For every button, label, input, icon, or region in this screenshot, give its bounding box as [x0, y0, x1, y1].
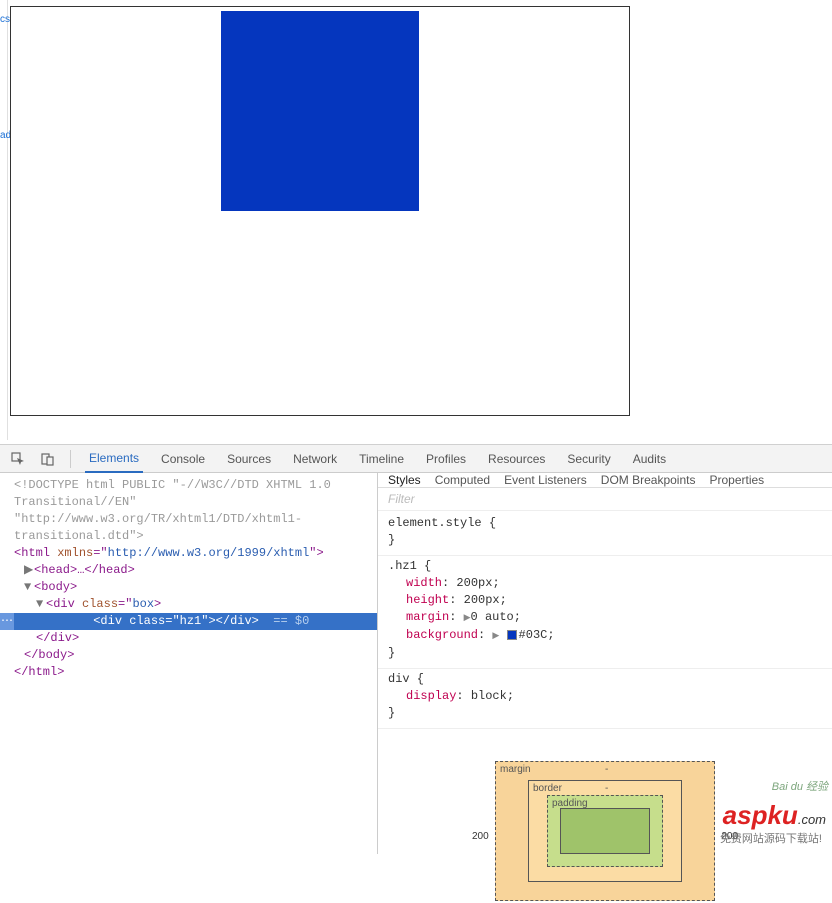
hz1-box	[221, 11, 419, 211]
tab-security[interactable]: Security	[563, 446, 614, 472]
rule-element-style[interactable]: element.style { }	[378, 513, 832, 556]
padding-label: padding	[552, 798, 588, 809]
dom-tree[interactable]: <!DOCTYPE html PUBLIC "-//W3C//DTD XHTML…	[0, 473, 378, 854]
css-rules: element.style { } .hz1 { width: 200px; h…	[378, 511, 832, 731]
box-div-open[interactable]: ▼<div class="box>	[0, 596, 377, 613]
subtab-properties[interactable]: Properties	[709, 473, 764, 487]
watermark-cn: 免费网站源码下载站!	[720, 830, 822, 846]
box-model-left: 200	[472, 831, 489, 842]
doctype-line: <!DOCTYPE html PUBLIC "-//W3C//DTD XHTML…	[0, 477, 377, 494]
styles-subtabs: Styles Computed Event Listeners DOM Brea…	[378, 473, 832, 488]
head-node[interactable]: ▶<head>…</head>	[0, 562, 377, 579]
body-close[interactable]: </body>	[0, 647, 377, 664]
subtab-styles[interactable]: Styles	[388, 473, 421, 487]
left-gutter: cs ad	[0, 0, 8, 440]
gutter-mark: cs	[0, 14, 10, 25]
selected-hz1-div[interactable]: ⋯ <div class="hz1"></div> == $0	[0, 613, 377, 630]
subtab-event-listeners[interactable]: Event Listeners	[504, 473, 587, 487]
border-label: border	[533, 783, 562, 794]
color-swatch-icon[interactable]	[507, 630, 517, 640]
tab-resources[interactable]: Resources	[484, 446, 549, 472]
styles-pane: Styles Computed Event Listeners DOM Brea…	[378, 473, 832, 854]
html-open[interactable]: <html xmlns="http://www.w3.org/1999/xhtm…	[0, 545, 377, 562]
subtab-dom-breakpoints[interactable]: DOM Breakpoints	[601, 473, 696, 487]
tab-elements[interactable]: Elements	[85, 445, 143, 473]
box-model-content	[560, 808, 650, 854]
box-div-close[interactable]: </div>	[0, 630, 377, 647]
rule-div[interactable]: div { display: block; }	[378, 669, 832, 729]
tab-profiles[interactable]: Profiles	[422, 446, 470, 472]
devtools-panel: Elements Console Sources Network Timelin…	[0, 444, 832, 854]
rendered-viewport	[10, 6, 630, 416]
tab-console[interactable]: Console	[157, 446, 209, 472]
margin-label: margin	[500, 764, 531, 775]
tab-sources[interactable]: Sources	[223, 446, 275, 472]
body-open[interactable]: ▼<body>	[0, 579, 377, 596]
tab-timeline[interactable]: Timeline	[355, 446, 408, 472]
doctype-line: transitional.dtd">	[0, 528, 377, 545]
subtab-computed[interactable]: Computed	[435, 473, 490, 487]
styles-filter[interactable]: Filter	[378, 488, 832, 511]
doctype-line: "http://www.w3.org/TR/xhtml1/DTD/xhtml1-	[0, 511, 377, 528]
html-close[interactable]: </html>	[0, 664, 377, 681]
expand-icon[interactable]: ▶	[464, 613, 471, 623]
inspect-icon[interactable]	[10, 451, 26, 467]
devtools-toolbar: Elements Console Sources Network Timelin…	[0, 445, 832, 473]
device-icon[interactable]	[40, 451, 56, 467]
tab-network[interactable]: Network	[289, 446, 341, 472]
doctype-line: Transitional//EN"	[0, 494, 377, 511]
rule-hz1[interactable]: .hz1 { width: 200px; height: 200px; marg…	[378, 556, 832, 669]
expand-icon[interactable]: ▶	[492, 631, 499, 641]
tab-audits[interactable]: Audits	[629, 446, 670, 472]
devtools-panes: <!DOCTYPE html PUBLIC "-//W3C//DTD XHTML…	[0, 473, 832, 854]
